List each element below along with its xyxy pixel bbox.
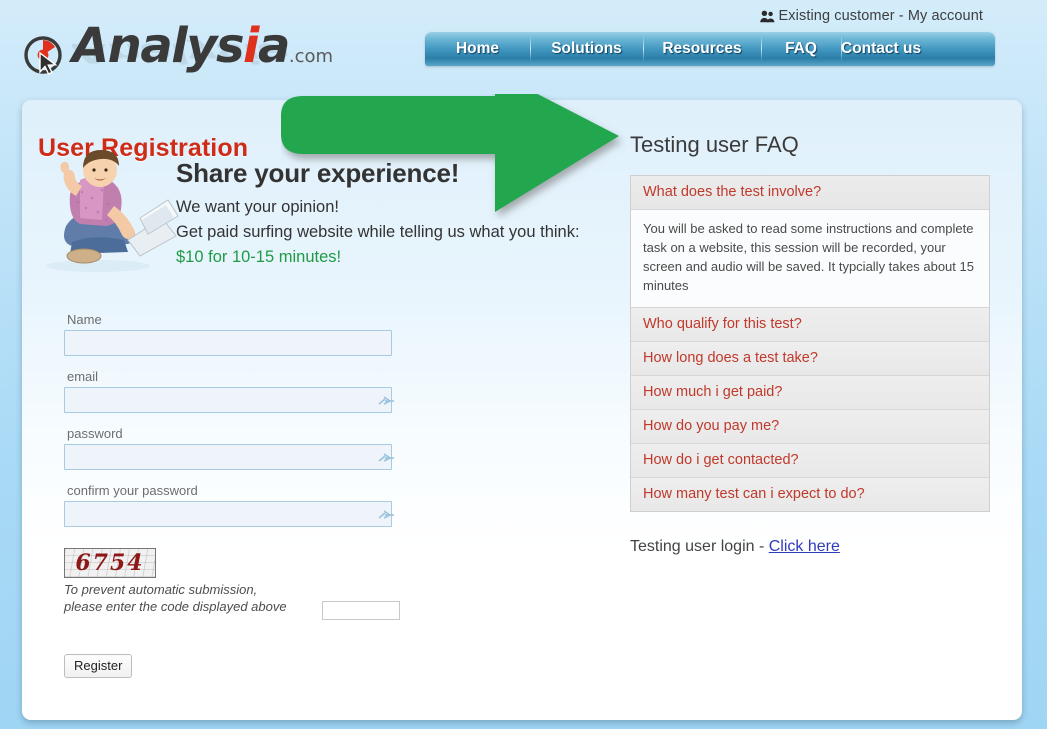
field-email: email xyxy=(64,369,404,413)
faq-question-what-does-the-test-involve[interactable]: What does the test involve? xyxy=(631,176,989,210)
faq-question-how-do-you-pay-me[interactable]: How do you pay me? xyxy=(631,410,989,444)
logo-suffix: .com xyxy=(288,46,334,67)
label-name: Name xyxy=(67,312,102,327)
hero-line-2: Get paid surfing website while telling u… xyxy=(176,223,580,241)
users-icon xyxy=(759,10,775,23)
faq-item: How much i get paid? xyxy=(631,376,989,410)
captcha-input[interactable] xyxy=(322,601,400,620)
faq-question-who-qualify[interactable]: Who qualify for this test? xyxy=(631,308,989,342)
faq-question-how-many-tests[interactable]: How many test can i expect to do? xyxy=(631,478,989,511)
label-password: password xyxy=(67,426,123,441)
captcha-instructions: To prevent automatic submission, please … xyxy=(64,581,314,615)
account-link-label: Existing customer - My account xyxy=(778,8,983,24)
logo-wordmark: Analysia.com xyxy=(72,22,333,70)
label-confirm-password: confirm your password xyxy=(67,483,198,498)
field-name: Name xyxy=(64,312,404,356)
nav-item-resources[interactable]: Resources xyxy=(643,31,761,66)
faq-accordion: What does the test involve? You will be … xyxy=(630,175,990,512)
field-password: password xyxy=(64,426,404,470)
confirm-password-input[interactable] xyxy=(64,501,392,527)
faq-question-how-much-paid[interactable]: How much i get paid? xyxy=(631,376,989,410)
faq-item: How long does a test take? xyxy=(631,342,989,376)
testing-user-login-link[interactable]: Click here xyxy=(769,538,840,555)
faq-item: What does the test involve? You will be … xyxy=(631,176,989,308)
person-with-laptop-image xyxy=(36,144,186,274)
faq-section: Testing user FAQ What does the test invo… xyxy=(630,132,990,556)
nav-item-faq[interactable]: FAQ xyxy=(761,31,841,66)
faq-answer-what-does-the-test-involve: You will be asked to read some instructi… xyxy=(631,210,989,308)
testing-user-login-label: Testing user login - xyxy=(630,538,769,555)
nav-item-solutions[interactable]: Solutions xyxy=(530,31,643,66)
nav-item-home[interactable]: Home xyxy=(425,31,530,66)
content-panel: User Registration Share your experience!… xyxy=(22,100,1022,720)
label-email: email xyxy=(67,369,99,384)
faq-item: How many test can i expect to do? xyxy=(631,478,989,511)
email-input[interactable] xyxy=(64,387,392,413)
faq-question-how-contacted[interactable]: How do i get contacted? xyxy=(631,444,989,478)
captcha-note-line-2: please enter the code displayed above xyxy=(64,599,287,614)
nav-item-contact-us[interactable]: Contact us xyxy=(841,31,921,66)
existing-customer-account-link[interactable]: Existing customer - My account xyxy=(759,8,983,24)
captcha-code-text: 6754 xyxy=(75,550,145,576)
captcha-section: 6754 To prevent automatic submission, pl… xyxy=(64,548,464,620)
registration-form: Name email password confirm your passwor… xyxy=(64,312,404,540)
captcha-note-line-1: To prevent automatic submission, xyxy=(64,582,258,597)
captcha-image: 6754 xyxy=(64,548,156,578)
logo-text-part-b: a xyxy=(257,18,290,74)
main-navigation: Home Solutions Resources FAQ Contact us xyxy=(425,31,995,66)
site-logo[interactable]: Analysia Analysia.com xyxy=(22,16,333,88)
logo-text-part-a: Analys xyxy=(72,18,245,74)
faq-title: Testing user FAQ xyxy=(630,132,799,157)
register-button[interactable]: Register xyxy=(64,654,133,678)
faq-item: How do you pay me? xyxy=(631,410,989,444)
faq-item: How do i get contacted? xyxy=(631,444,989,478)
hero-line-1: We want your opinion! xyxy=(176,198,339,216)
hero-heading: Share your experience! xyxy=(176,158,460,188)
site-header: Existing customer - My account Analysia … xyxy=(0,0,1047,92)
testing-user-login-row: Testing user login - Click here xyxy=(630,538,990,556)
faq-question-how-long[interactable]: How long does a test take? xyxy=(631,342,989,376)
hero-price: $10 for 10-15 minutes! xyxy=(176,248,342,266)
site-footer xyxy=(0,722,1047,729)
hero-copy: Share your experience! We want your opin… xyxy=(176,158,596,270)
password-input[interactable] xyxy=(64,444,392,470)
field-confirm-password: confirm your password xyxy=(64,483,404,527)
faq-item: Who qualify for this test? xyxy=(631,308,989,342)
logo-text-part-i: i xyxy=(243,18,259,74)
name-input[interactable] xyxy=(64,330,392,356)
